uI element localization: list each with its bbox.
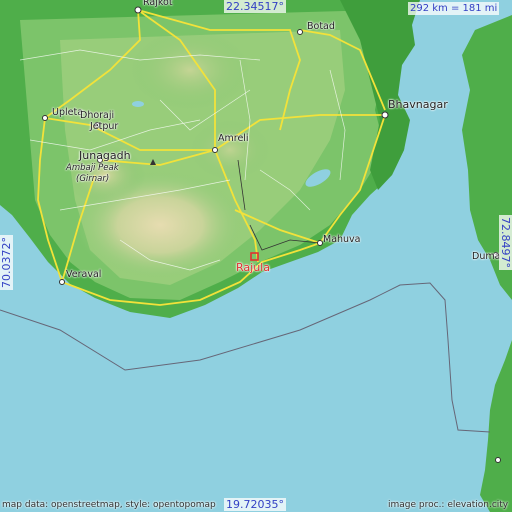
city-botad[interactable]: Botad (307, 21, 335, 32)
north-hills (130, 30, 250, 110)
small-lake (132, 101, 144, 107)
attribution-right: image proc.: elevation.city (388, 500, 509, 510)
city-rajula-label[interactable]: Rajula (236, 261, 270, 274)
map-canvas[interactable]: Rajkot Botad Upleta Dhoraji Jetpur Bhavn… (0, 0, 512, 512)
coord-left: 70.0372° (0, 235, 13, 290)
city-bhavnagar[interactable]: Bhavnagar (388, 98, 448, 111)
city-duma[interactable]: Duma (472, 251, 500, 262)
coord-right: 72.8497° (499, 215, 512, 270)
terrain-layer (0, 0, 512, 512)
scale-label: 292 km = 181 mi (408, 2, 500, 15)
city-veraval[interactable]: Veraval (66, 269, 101, 280)
city-jetpur[interactable]: Jetpur (90, 121, 118, 132)
attribution-left: map data: openstreetmap, style: opentopo… (2, 500, 216, 510)
label-girnar: (Girnar) (76, 174, 110, 184)
city-amreli[interactable]: Amreli (218, 133, 249, 144)
coord-top: 22.34517° (224, 0, 286, 13)
label-ambaji-peak: Ambaji Peak (66, 163, 119, 173)
city-upleta[interactable]: Upleta (52, 107, 83, 118)
city-dhoraji[interactable]: Dhoraji (80, 110, 114, 121)
city-mahuva[interactable]: Mahuva (323, 234, 361, 245)
city-rajkot[interactable]: Rajkot (143, 0, 173, 8)
coord-bottom: 19.72035° (224, 498, 286, 511)
city-junagadh[interactable]: Junagadh (79, 149, 131, 162)
